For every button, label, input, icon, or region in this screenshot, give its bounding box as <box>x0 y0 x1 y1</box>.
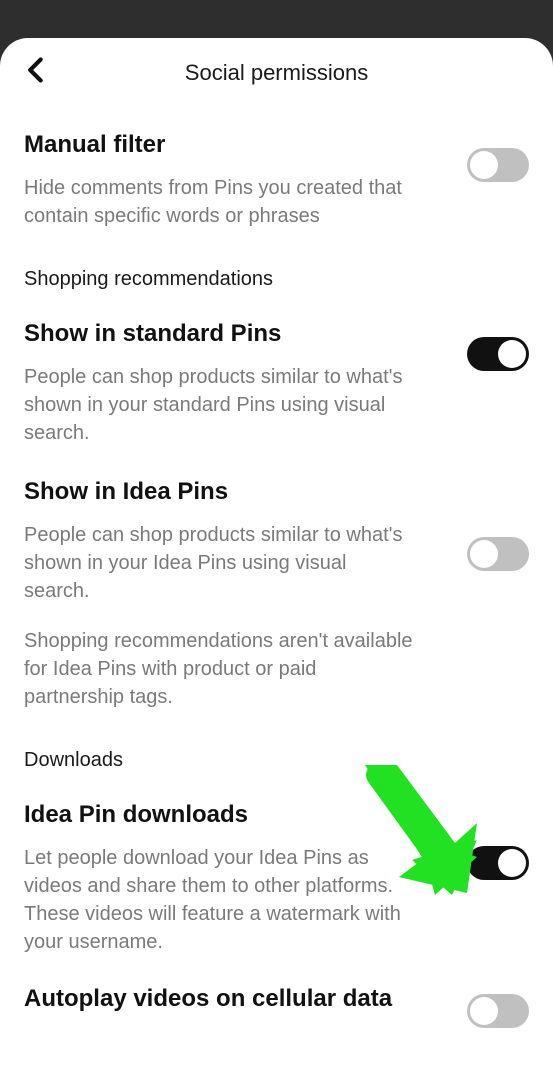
idea-pin-downloads-desc: Let people download your Idea Pins as vi… <box>24 844 414 956</box>
settings-screen: Social permissions Manual filter Hide co… <box>0 38 553 1080</box>
autoplay-cellular-toggle[interactable] <box>467 994 529 1028</box>
toggle-knob <box>470 997 498 1025</box>
show-idea-pins-toggle[interactable] <box>467 537 529 571</box>
manual-filter-title: Manual filter <box>24 130 447 160</box>
show-idea-pins-row: Show in Idea Pins People can shop produc… <box>24 477 529 711</box>
header: Social permissions <box>0 38 553 102</box>
idea-pin-downloads-title: Idea Pin downloads <box>24 800 447 830</box>
autoplay-cellular-row: Autoplay videos on cellular data <box>24 984 529 1028</box>
toggle-knob <box>498 849 526 877</box>
autoplay-cellular-title: Autoplay videos on cellular data <box>24 984 447 1014</box>
autoplay-cellular-block: Autoplay videos on cellular data <box>24 984 529 1028</box>
show-idea-pins-extra: Shopping recommendations aren't availabl… <box>24 627 414 711</box>
page-title: Social permissions <box>20 60 533 86</box>
show-idea-pins-desc: People can shop products similar to what… <box>24 521 414 605</box>
show-standard-pins-title: Show in standard Pins <box>24 319 447 349</box>
shopping-section: Shopping recommendations Show in standar… <box>24 268 529 711</box>
toggle-knob <box>470 151 498 179</box>
manual-filter-toggle[interactable] <box>467 148 529 182</box>
idea-pin-downloads-text: Idea Pin downloads Let people download y… <box>24 800 447 956</box>
manual-filter-text: Manual filter Hide comments from Pins yo… <box>24 130 447 230</box>
show-standard-pins-block: Show in standard Pins People can shop pr… <box>24 319 529 447</box>
show-standard-pins-row: Show in standard Pins People can shop pr… <box>24 319 529 447</box>
manual-filter-row: Manual filter Hide comments from Pins yo… <box>24 130 529 230</box>
idea-pin-downloads-block: Idea Pin downloads Let people download y… <box>24 800 529 956</box>
show-idea-pins-text: Show in Idea Pins People can shop produc… <box>24 477 447 711</box>
downloads-section: Downloads Idea Pin downloads Let people … <box>24 749 529 1028</box>
content: Manual filter Hide comments from Pins yo… <box>0 130 553 1028</box>
shopping-section-label: Shopping recommendations <box>24 268 529 291</box>
manual-filter-section: Manual filter Hide comments from Pins yo… <box>24 130 529 230</box>
chevron-left-icon <box>22 56 50 84</box>
show-idea-pins-title: Show in Idea Pins <box>24 477 447 507</box>
show-idea-pins-block: Show in Idea Pins People can shop produc… <box>24 477 529 711</box>
downloads-section-label: Downloads <box>24 749 529 772</box>
back-button[interactable] <box>22 56 50 89</box>
toggle-knob <box>470 540 498 568</box>
show-standard-pins-desc: People can shop products similar to what… <box>24 363 414 447</box>
idea-pin-downloads-row: Idea Pin downloads Let people download y… <box>24 800 529 956</box>
toggle-knob <box>498 340 526 368</box>
show-standard-pins-text: Show in standard Pins People can shop pr… <box>24 319 447 447</box>
manual-filter-desc: Hide comments from Pins you created that… <box>24 174 414 230</box>
idea-pin-downloads-toggle[interactable] <box>467 846 529 880</box>
show-standard-pins-toggle[interactable] <box>467 337 529 371</box>
autoplay-cellular-text: Autoplay videos on cellular data <box>24 984 447 1014</box>
